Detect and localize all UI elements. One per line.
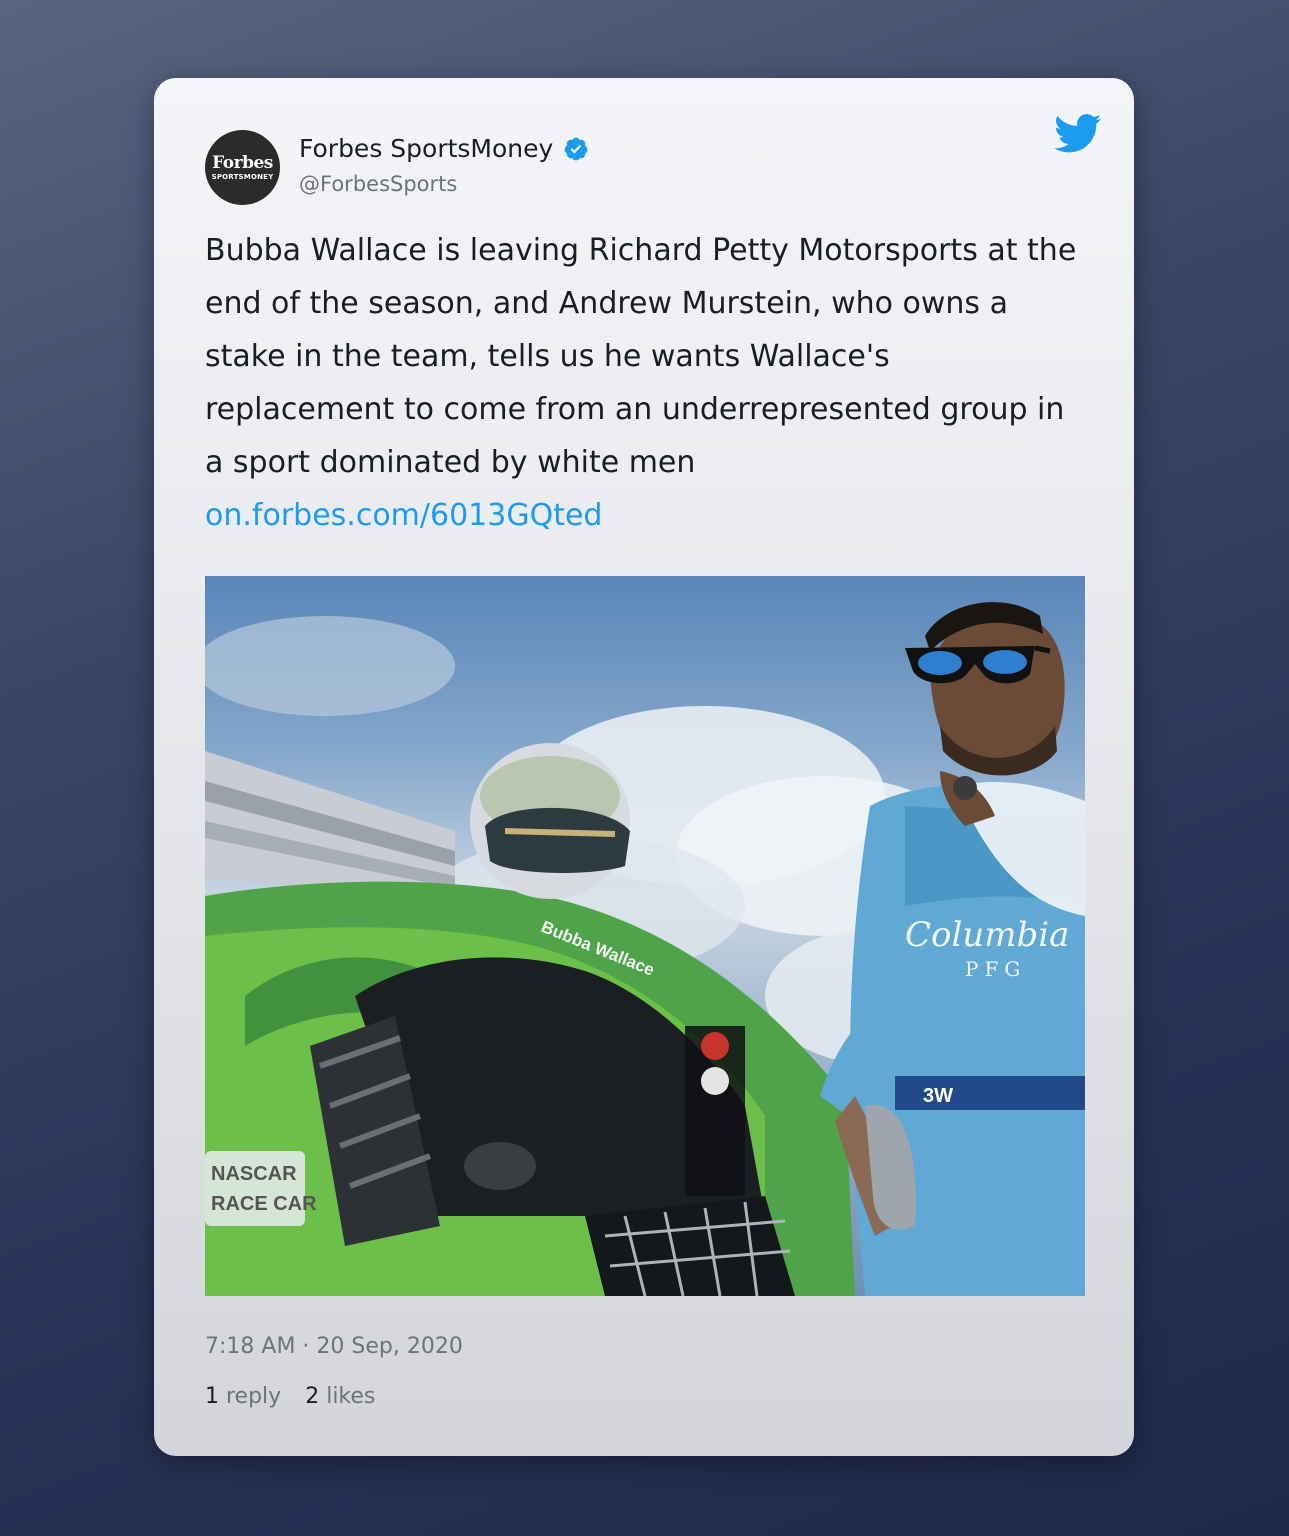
like-label: likes (326, 1384, 376, 1409)
author-row: Forbes SportsMoney (299, 134, 589, 163)
suit-sponsor-sub: PFG (965, 957, 1026, 981)
avatar-brand: Forbes (212, 152, 273, 173)
avatar-sub: SPORTSMONEY (211, 172, 274, 181)
twitter-bird-icon[interactable] (1054, 114, 1102, 154)
reply-count: 1 (205, 1384, 219, 1409)
user-handle[interactable]: @ForbesSports (299, 172, 457, 196)
like-stat[interactable]: 2 likes (305, 1384, 375, 1409)
avatar[interactable]: Forbes SPORTSMONEY (205, 130, 280, 205)
car-sign-line2: RACE CAR (211, 1193, 317, 1215)
belt-logo: 3W (923, 1085, 953, 1107)
tweet-link[interactable]: on.forbes.com/6013GQted (205, 489, 602, 542)
tweet-stats: 1 reply 2 likes (205, 1384, 375, 1409)
tweet-card: Forbes SPORTSMONEY Forbes SportsMoney @F… (154, 78, 1134, 1456)
suit-sponsor-text: Columbia (905, 915, 1069, 955)
car-sign-line1: NASCAR (211, 1163, 297, 1185)
like-count: 2 (305, 1384, 320, 1409)
tweet-text: Bubba Wallace is leaving Richard Petty M… (205, 233, 1077, 480)
reply-stat[interactable]: 1 reply (205, 1384, 281, 1409)
display-name[interactable]: Forbes SportsMoney (299, 134, 553, 163)
photo-illustration: NASCAR RACE CAR Bubba Wallace Columbia P… (205, 602, 1085, 1296)
verified-badge-icon (564, 137, 588, 160)
reply-label: reply (226, 1384, 282, 1409)
tweet-photo[interactable]: NASCAR RACE CAR Bubba Wallace Columbia P… (205, 576, 1085, 1296)
tweet-timestamp[interactable]: 7:18 AM · 20 Sep, 2020 (205, 1334, 463, 1359)
